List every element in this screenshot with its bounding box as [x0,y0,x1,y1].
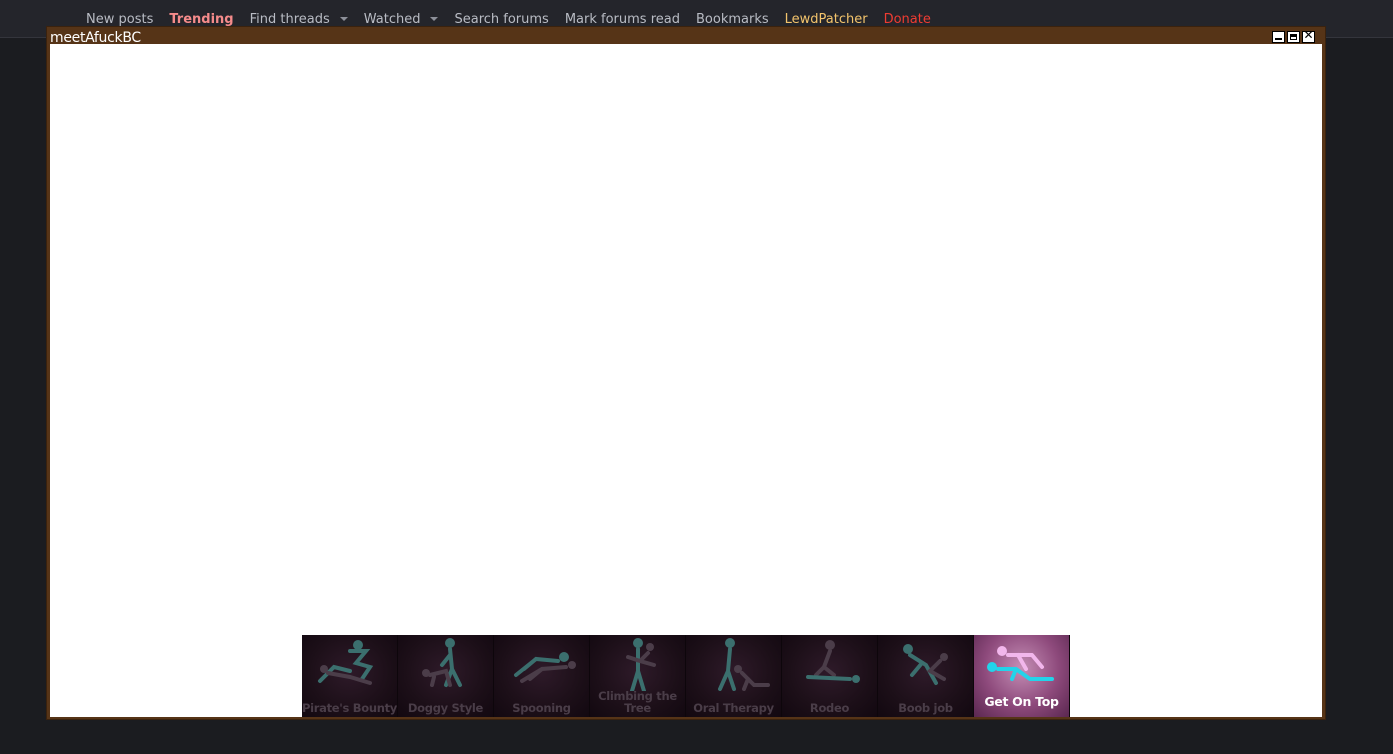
nav-item-mark-forums-read[interactable]: Mark forums read [565,12,680,27]
ad-tile-rodeo[interactable]: Rodeo [782,635,878,717]
ad-tile-label: Rodeo [809,701,850,715]
minimize-button[interactable] [1272,31,1285,43]
nav-item-label: Find threads [249,11,330,27]
pose-figure-icon [422,638,462,687]
ad-tile-doggy-style[interactable]: Doggy Style [398,635,494,717]
ad-tile-label: Doggy Style [407,701,484,715]
nav-item-label: LewdPatcher [784,11,868,27]
pose-figure-icon [626,638,656,691]
ad-tile-spooning[interactable]: Spooning [494,635,590,717]
pose-figure-icon [718,638,770,691]
ad-tile-label: Pirate's Bounty [302,701,398,715]
ad-tile-boob-job[interactable]: Boob job [878,635,974,717]
minimize-icon [1275,38,1282,40]
window-controls: ✕ [1272,28,1315,43]
ad-tile-label: Spooning [512,701,571,715]
maximize-button[interactable] [1287,31,1300,43]
maximize-icon [1290,34,1297,40]
ad-tile-climbing-the-tree[interactable]: Climbing the Tree [590,635,686,717]
pose-figure-icon [318,640,374,685]
ad-tile-label: Get On Top [984,694,1059,709]
nav-item-new-posts[interactable]: New posts [86,12,153,27]
nav-item-label: Bookmarks [696,11,769,27]
ad-banner[interactable]: Pirate's Bounty Doggy Style Spooning Cli… [302,635,1070,717]
nav-item-donate[interactable]: Donate [884,12,931,27]
pose-figure-icon [903,644,948,685]
close-icon: ✕ [1303,28,1314,42]
pose-figure-icon [514,652,576,683]
nav-item-label: Search forums [454,11,549,27]
ad-tile-pirates-bounty[interactable]: Pirate's Bounty [302,635,398,717]
pose-figure-icon [987,646,1054,681]
nav-item-label: Mark forums read [564,11,680,27]
nav-item-watched[interactable]: Watched [364,12,439,27]
ad-tile-label: Climbing the Tree [598,689,677,715]
ad-tile-label: Oral Therapy [693,701,774,715]
nav-item-find-threads[interactable]: Find threads [250,12,348,27]
ad-tile-oral-therapy[interactable]: Oral Therapy [686,635,782,717]
ad-tile-label: Boob job [898,701,953,715]
chevron-down-icon[interactable] [339,17,348,21]
close-button[interactable]: ✕ [1302,28,1315,43]
pose-figure-icon [806,640,860,683]
nav-item-lewdpatcher[interactable]: LewdPatcher [785,12,868,27]
nav-item-label: Donate [883,11,931,27]
chevron-down-icon[interactable] [430,17,439,21]
nav-item-label: Watched [363,11,421,27]
ad-tile-get-on-top[interactable]: Get On Top [974,635,1070,717]
nav-item-bookmarks[interactable]: Bookmarks [696,12,769,27]
nav-item-label: New posts [86,11,154,27]
nav-item-label: Trending [169,11,234,27]
nav-item-trending[interactable]: Trending [169,12,233,27]
popup-window: meetAfuckBC ✕ Pirate's Bounty Doggy Styl… [46,26,1326,720]
popup-content: Pirate's Bounty Doggy Style Spooning Cli… [50,44,1322,717]
nav-item-search-forums[interactable]: Search forums [454,12,548,27]
